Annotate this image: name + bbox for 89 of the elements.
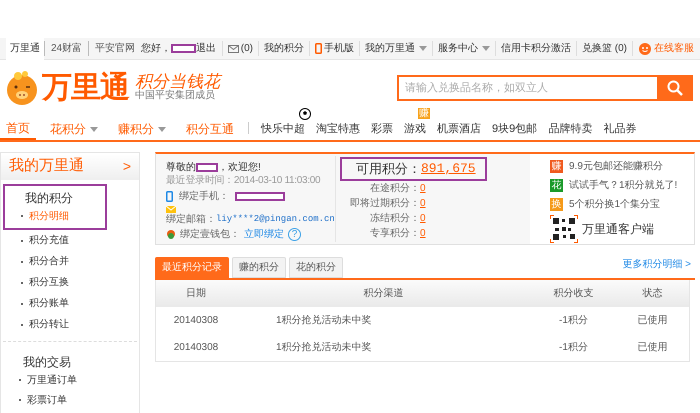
logo-text: 万里通 xyxy=(42,72,129,102)
caret-icon xyxy=(482,46,490,51)
redaction-bar xyxy=(196,163,218,172)
service-menu[interactable]: 服务中心 xyxy=(432,41,495,56)
wallet-icon xyxy=(166,229,176,240)
sidebar-item[interactable]: 积分账单 xyxy=(3,293,137,314)
badge: 赚 xyxy=(418,108,430,119)
site-link[interactable]: 平安官网 xyxy=(88,41,142,56)
table-cell-text: 1积分抢兑活动未中奖 xyxy=(275,340,373,355)
promo-link[interactable]: 9.9元包邮还能赚积分 xyxy=(569,159,663,174)
phone-icon xyxy=(166,191,173,202)
points-label: 在途积分： xyxy=(369,182,420,196)
app-label: 万里通客户端 xyxy=(582,221,654,238)
search-icon xyxy=(667,80,683,96)
envelope-icon xyxy=(166,206,176,213)
mail-icon xyxy=(228,44,239,52)
records-tab[interactable]: 花的积分 xyxy=(289,257,343,278)
table-cell-text: 20140308 xyxy=(172,314,220,328)
channel-link[interactable]: 机票酒店 xyxy=(437,120,481,138)
channel-link[interactable]: 淘宝特惠 xyxy=(316,120,360,138)
channel-link[interactable]: 礼品券 xyxy=(603,120,636,138)
soccer-ball-icon xyxy=(299,108,311,120)
mobile-link[interactable]: 手机版 xyxy=(309,41,359,56)
my-account-menu[interactable]: 我的万里通 xyxy=(359,41,432,56)
caret-icon xyxy=(90,126,98,132)
subtitle: 中国平安集团成员 xyxy=(135,90,216,102)
column-header: 日期 xyxy=(185,286,207,301)
search-button[interactable] xyxy=(657,74,693,100)
table-cell-text: 已使用 xyxy=(636,341,668,355)
group-title: 我的交易 xyxy=(22,354,72,370)
table-cell-text: -1积分 xyxy=(558,314,589,328)
sidebar-item[interactable]: 积分互换 xyxy=(3,272,137,293)
channel-link[interactable]: 快乐中超 xyxy=(261,120,305,138)
promo-link[interactable]: 试试手气？1积分就兑了! xyxy=(569,178,678,193)
slogan: 积分当钱花 xyxy=(135,72,220,90)
redaction-bar xyxy=(235,192,285,201)
points-label: 专享积分： xyxy=(369,226,420,241)
site-link[interactable]: 万里通 xyxy=(6,38,44,60)
phone-icon xyxy=(315,43,322,54)
promo-badge: 花 xyxy=(550,179,563,192)
caret-icon xyxy=(419,46,427,51)
qr-code-icon xyxy=(550,215,578,243)
smiley-icon xyxy=(639,42,651,54)
chevron-icon: > xyxy=(122,156,131,177)
table-cell-text: -1积分 xyxy=(558,341,589,355)
last-login: 最近登录时间：2014-03-10 11:03:00 xyxy=(166,174,320,187)
welcome-suffix: ，欢迎您! xyxy=(218,161,261,174)
available-points-value: 891,675 xyxy=(421,160,476,178)
promo-badge: 赚 xyxy=(550,160,563,173)
mail-link[interactable]: (0) xyxy=(222,41,258,56)
email-value: liy****2@pingan.com.cn xyxy=(216,213,335,226)
site-link[interactable]: 24财富 xyxy=(44,41,88,56)
channel-link[interactable]: 品牌特卖 xyxy=(548,120,592,138)
column-header: 状态 xyxy=(642,286,664,301)
points-label: 即将过期积分： xyxy=(349,196,420,211)
more-details-link[interactable]: 更多积分明细 > xyxy=(622,257,691,272)
sidebar-item[interactable]: 万里通订单 xyxy=(3,370,137,390)
caret-icon xyxy=(158,126,166,132)
sidebar-title: 我的万里通 xyxy=(9,156,84,176)
redaction-bar xyxy=(171,44,196,53)
welcome-prefix: 尊敬的 xyxy=(166,161,196,174)
channel-link[interactable]: 9块9包邮 xyxy=(492,120,538,138)
sidebar-item[interactable]: 积分充值 xyxy=(3,230,137,251)
promo-link[interactable]: 5个积分换1个集分宝 xyxy=(569,197,660,212)
sidebar-item[interactable]: 积分转让 xyxy=(3,314,137,335)
basket-link[interactable]: 兑换篮 (0) xyxy=(576,41,632,56)
greeting: 您好， xyxy=(141,42,172,56)
points-label: 冻结积分： xyxy=(369,212,420,226)
sidebar-item[interactable]: 彩票订单 xyxy=(3,390,137,410)
pig-logo-icon xyxy=(4,70,40,106)
channel-link[interactable]: 游戏 xyxy=(404,120,426,138)
group-title: 我的积分 xyxy=(24,190,74,206)
card-activate-link[interactable]: 信用卡积分激活 xyxy=(495,41,576,56)
table-cell-text: 1积分抢兑活动未中奖 xyxy=(275,314,373,328)
wallet-label: 绑定壹钱包： xyxy=(180,228,240,241)
table-cell-text: 20140308 xyxy=(172,341,220,355)
available-points-label: 可用积分： xyxy=(356,160,421,178)
search-field[interactable]: 请输入兑换品名称，如双立人 xyxy=(397,74,657,100)
channel-link[interactable]: 彩票 xyxy=(371,120,393,138)
table-cell-text: 已使用 xyxy=(636,314,668,328)
column-header: 积分渠道 xyxy=(362,286,404,301)
my-points-link[interactable]: 我的积分 xyxy=(258,41,309,56)
promo-badge: 换 xyxy=(550,198,563,211)
email-label: 绑定邮箱： xyxy=(166,213,216,226)
logout-link[interactable]: 退出 xyxy=(196,41,222,56)
sidebar-item[interactable]: 积分合并 xyxy=(3,251,137,272)
records-tab[interactable]: 赚的积分 xyxy=(232,257,286,278)
column-header: 积分收支 xyxy=(552,286,594,301)
phone-label: 绑定手机： xyxy=(179,190,229,203)
